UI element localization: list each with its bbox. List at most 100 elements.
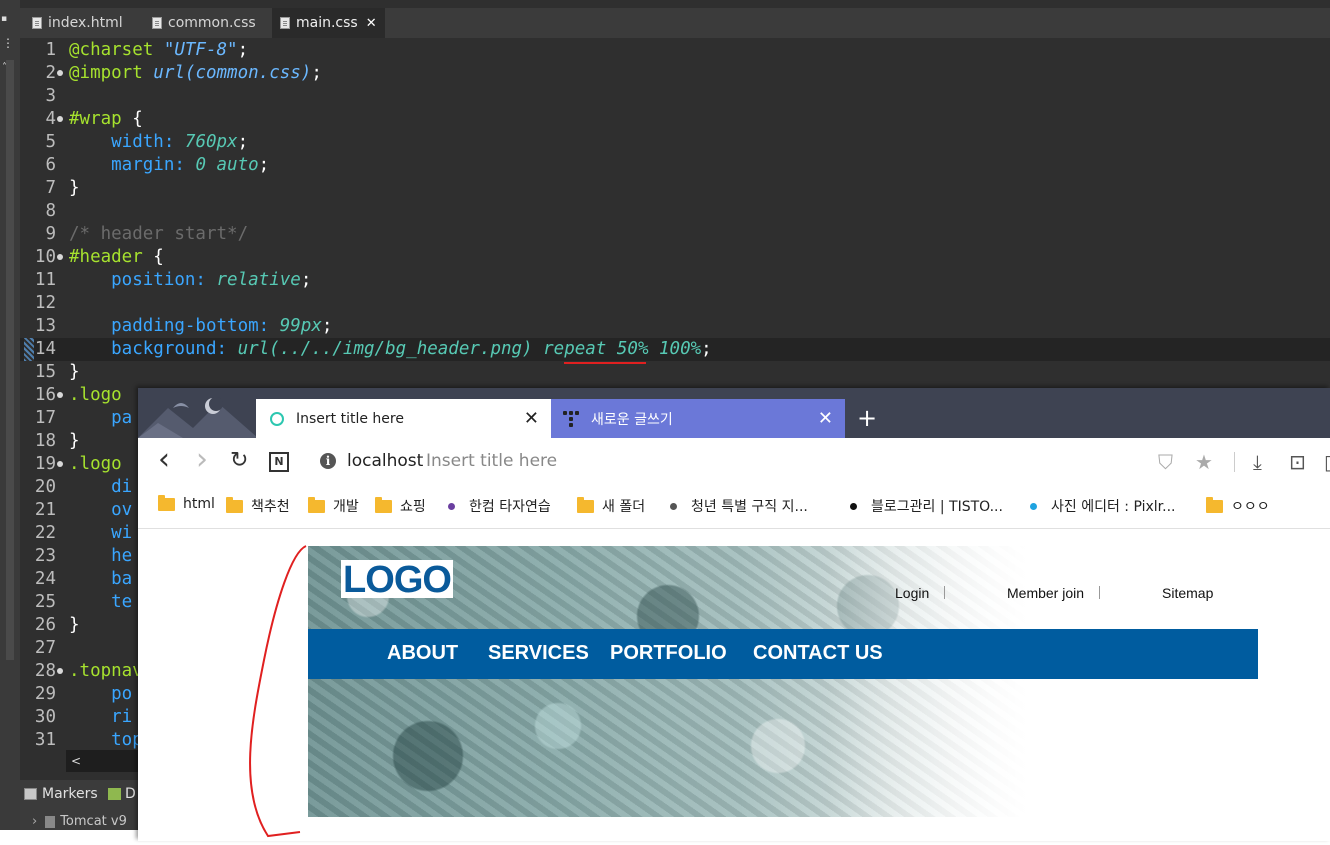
file-icon — [32, 17, 42, 29]
web-page: LOGO Login Member join Sitemap ABOUT SER… — [138, 529, 1330, 841]
tistory-favicon-icon — [563, 410, 579, 427]
code-line: 9/* header start*/ — [45, 224, 249, 244]
url-host[interactable]: localhost — [347, 451, 423, 471]
horizontal-scrollbar[interactable]: < — [66, 750, 138, 772]
login-link[interactable]: Login — [895, 585, 929, 601]
nav-about[interactable]: ABOUT — [387, 642, 458, 665]
loading-ring-icon — [270, 411, 284, 426]
site-dot-icon — [670, 502, 677, 510]
reader-mode-icon[interactable]: N — [269, 452, 289, 472]
tab-title: Insert title here — [296, 410, 404, 427]
folder-icon — [1206, 496, 1223, 513]
bookmark-star-icon[interactable]: ★ — [1195, 450, 1213, 474]
nav-services[interactable]: SERVICES — [488, 642, 589, 665]
code-line: 13 padding-bottom: 99px; — [34, 316, 333, 336]
markers-icon — [24, 788, 37, 800]
folder-icon — [375, 496, 392, 513]
site-dot-icon — [448, 502, 455, 510]
tab-new-post[interactable]: 새로운 글쓰기 ✕ — [551, 399, 845, 438]
file-icon — [152, 17, 162, 29]
folder-icon — [158, 494, 175, 511]
data-source-icon — [108, 788, 121, 800]
tab-data-source[interactable]: D — [108, 786, 136, 802]
file-icon — [280, 17, 290, 29]
code-line: 11 position: relative; — [34, 270, 312, 290]
camera-icon[interactable]: ⊡ — [1289, 450, 1306, 474]
server-label: Tomcat v9 — [60, 814, 127, 829]
server-icon — [45, 815, 56, 828]
main-nav-bar: ABOUT SERVICES PORTFOLIO CONTACT US — [308, 629, 1258, 679]
back-button[interactable]: ‹ — [158, 442, 170, 477]
tab-main-css[interactable]: main.css ✕ — [272, 8, 385, 38]
bookmark-ooo[interactable]: ㅇㅇㅇ — [1206, 496, 1270, 516]
code-line: 15} — [34, 362, 80, 382]
bookmark-dev[interactable]: 개발 — [308, 496, 359, 516]
url-page-title[interactable]: Insert title here — [426, 451, 557, 471]
info-icon[interactable]: i — [320, 453, 336, 469]
new-tab-button[interactable]: + — [857, 405, 877, 431]
minimize-icon[interactable]: ▪ — [1, 14, 7, 24]
close-tab-icon[interactable]: ✕ — [818, 408, 833, 429]
toolbar-divider — [1234, 452, 1235, 472]
fold-icon[interactable] — [57, 461, 63, 467]
top-nav-divider — [1099, 586, 1100, 599]
bookmark-tistory[interactable]: 블로그관리 | TISTO... — [846, 496, 1003, 516]
bottom-panel: Markers D › Tomcat v9 — [20, 780, 138, 830]
view-menu-icon[interactable]: ⋮ — [2, 37, 14, 49]
folder-icon — [308, 496, 325, 513]
nav-portfolio[interactable]: PORTFOLIO — [610, 642, 727, 665]
site-dot-icon — [1030, 502, 1037, 510]
bookmark-pixlr[interactable]: 사진 에디터 : Pixlr... — [1026, 496, 1176, 516]
close-tab-icon[interactable]: ✕ — [524, 408, 539, 429]
code-line: 4 #wrap { — [45, 109, 143, 129]
code-line: 6 margin: 0 auto; — [45, 155, 270, 175]
code-line: 5 width: 760px; — [45, 132, 249, 152]
left-scrollbar[interactable] — [6, 60, 14, 660]
bookmark-youth-job[interactable]: 청년 특별 구직 지... — [666, 496, 808, 516]
code-line: 12 — [34, 293, 56, 313]
fold-icon[interactable] — [57, 70, 63, 76]
tab-title: 새로운 글쓰기 — [591, 411, 673, 428]
bookmark-html[interactable]: html — [158, 494, 215, 512]
reload-button[interactable]: ↻ — [230, 448, 248, 473]
download-icon[interactable]: ⤓ — [1253, 450, 1262, 474]
browser-window: Insert title here ✕ 새로운 글쓰기 ✕ + ‹ › ↻ N … — [138, 388, 1330, 841]
code-line: 2 @import url(common.css); — [45, 63, 322, 83]
forward-button[interactable]: › — [196, 442, 208, 477]
bookmark-shopping[interactable]: 쇼핑 — [375, 496, 426, 516]
code-line: 3 — [45, 86, 56, 106]
tab-insert-title[interactable]: Insert title here ✕ — [256, 399, 551, 438]
chevron-right-icon[interactable]: › — [32, 814, 37, 829]
bookmark-book[interactable]: 책추천 — [226, 496, 290, 516]
server-tomcat[interactable]: › Tomcat v9 — [32, 814, 127, 829]
fold-icon[interactable] — [57, 668, 63, 674]
folder-icon — [226, 496, 243, 513]
browser-toolbar: ‹ › ↻ N i localhost Insert title here ⛉ … — [138, 438, 1330, 486]
tab-label: main.css — [296, 15, 358, 31]
tab-common-css[interactable]: common.css — [144, 8, 264, 38]
code-line: 10 #header { — [34, 247, 164, 267]
close-icon[interactable]: ✕ — [366, 16, 377, 31]
code-line: 8 — [45, 201, 56, 221]
more-icon[interactable]: ▯ — [1324, 450, 1330, 474]
scroll-left-icon[interactable]: < — [71, 754, 81, 768]
sitemap-link[interactable]: Sitemap — [1162, 585, 1213, 601]
top-nav-divider — [944, 586, 945, 599]
markers-label: Markers — [42, 786, 98, 802]
fold-icon[interactable] — [57, 392, 63, 398]
tab-index-html[interactable]: index.html — [24, 8, 131, 38]
editor-tab-bar: index.html common.css main.css ✕ — [20, 8, 1330, 39]
site-logo[interactable]: LOGO — [341, 560, 453, 600]
fold-icon[interactable] — [57, 254, 63, 260]
bookmark-new-folder[interactable]: 새 폴더 — [577, 496, 645, 516]
shield-icon[interactable]: ⛉ — [1158, 450, 1173, 474]
fold-icon[interactable] — [57, 116, 63, 122]
bookmark-typing[interactable]: 한컴 타자연습 — [444, 496, 551, 516]
tab-label: common.css — [168, 15, 256, 31]
nav-contact-us[interactable]: CONTACT US — [753, 642, 883, 665]
underline-annotation — [564, 362, 646, 364]
code-line-current: 14 background: url(../../img/bg_header.p… — [20, 338, 1330, 361]
tab-markers[interactable]: Markers — [24, 786, 98, 802]
code-line: 1 @charset "UTF-8"; — [45, 40, 249, 60]
member-join-link[interactable]: Member join — [1007, 585, 1084, 601]
